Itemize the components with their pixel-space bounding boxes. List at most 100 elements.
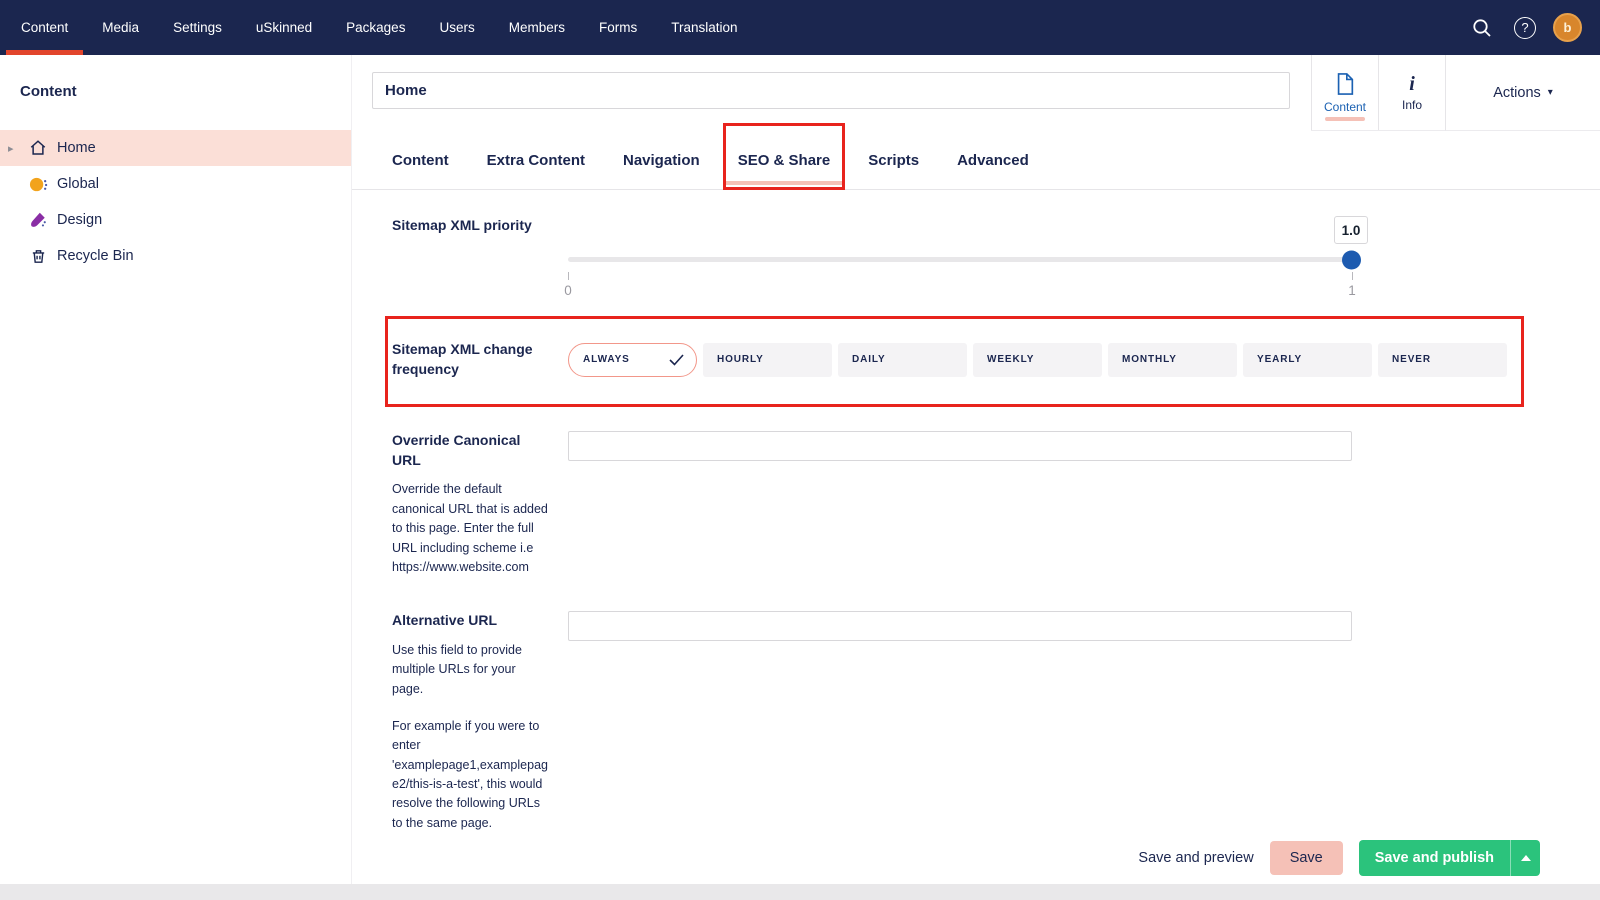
frequency-option-weekly[interactable]: WEEKLY [973, 343, 1102, 377]
publish-options-caret[interactable] [1510, 840, 1540, 876]
frequency-option-hourly[interactable]: HOURLY [703, 343, 832, 377]
document-icon [1334, 72, 1356, 96]
priority-slider-track[interactable] [568, 257, 1352, 262]
canonical-url-input[interactable] [568, 431, 1352, 461]
home-icon [28, 138, 48, 158]
tree-item-label: Global [57, 176, 99, 192]
scale-min-label: 0 [564, 283, 572, 298]
sitemap-frequency-row: Sitemap XML change frequency ALWAYS HOUR… [392, 340, 1580, 379]
priority-slider-scale: 0 1 [568, 272, 1352, 298]
question-mark: ? [1514, 17, 1536, 39]
tab-seo-share[interactable]: SEO & Share [738, 131, 831, 189]
tab-navigation[interactable]: Navigation [623, 131, 700, 189]
sitemap-priority-label: Sitemap XML priority [392, 216, 550, 236]
content-tree-sidebar: Content ▸ Home [0, 55, 352, 884]
tab-label: SEO & Share [738, 152, 831, 169]
canonical-url-row: Override Canonical URL Override the defa… [392, 431, 1580, 577]
search-icon[interactable] [1467, 13, 1497, 43]
alternative-url-row: Alternative URL Use this field to provid… [392, 611, 1580, 832]
canonical-url-label: Override Canonical URL [392, 431, 550, 470]
frequency-option-yearly[interactable]: YEARLY [1243, 343, 1372, 377]
priority-value-box[interactable]: 1.0 [1334, 216, 1368, 244]
nav-item-settings[interactable]: Settings [156, 0, 239, 55]
nav-item-content[interactable]: Content [4, 0, 85, 55]
content-tree: ▸ Home Global [0, 130, 351, 274]
globe-icon [28, 174, 48, 194]
save-button[interactable]: Save [1270, 841, 1343, 875]
frequency-option-never[interactable]: NEVER [1378, 343, 1507, 377]
chevron-down-icon: ▾ [1548, 87, 1553, 98]
paintbrush-icon [28, 210, 48, 230]
tab-scripts[interactable]: Scripts [868, 131, 919, 189]
tab-extra-content[interactable]: Extra Content [487, 131, 585, 189]
scale-min: 0 [562, 272, 574, 298]
nav-item-translation[interactable]: Translation [654, 0, 754, 55]
tree-item-recycle-bin[interactable]: Recycle Bin [0, 238, 351, 274]
alternative-url-label: Alternative URL [392, 611, 550, 631]
app-tab-label: Info [1402, 98, 1422, 112]
alternative-url-input[interactable] [568, 611, 1352, 641]
tree-item-home[interactable]: ▸ Home [0, 130, 351, 166]
app-tab-info[interactable]: i Info [1378, 55, 1445, 130]
trash-icon [28, 246, 48, 266]
app-tab-content[interactable]: Content [1311, 55, 1378, 130]
nav-item-packages[interactable]: Packages [329, 0, 422, 55]
save-and-publish-button[interactable]: Save and publish [1359, 840, 1540, 876]
tree-item-design[interactable]: Design [0, 202, 351, 238]
editor-app-tabs: Content i Info [1311, 55, 1445, 131]
document-tabs: Content Extra Content Navigation SEO & S… [352, 131, 1600, 190]
info-icon: i [1409, 74, 1415, 94]
sitemap-frequency-label: Sitemap XML change frequency [392, 340, 550, 379]
sitemap-frequency-label-col: Sitemap XML change frequency [392, 340, 568, 379]
sitemap-priority-label-col: Sitemap XML priority [392, 216, 568, 298]
help-icon[interactable]: ? [1510, 13, 1540, 43]
alternative-url-description-2: For example if you were to enter 'exampl… [392, 717, 550, 832]
frequency-option-always[interactable]: ALWAYS [568, 343, 697, 377]
top-navigation: Content Media Settings uSkinned Packages… [0, 0, 1600, 55]
tree-item-label: Recycle Bin [57, 248, 134, 264]
priority-slider-field: 1.0 0 1 [568, 216, 1352, 298]
scale-max-label: 1 [1348, 283, 1356, 298]
tree-item-label: Home [57, 140, 96, 156]
page-title-input[interactable] [372, 72, 1290, 109]
top-nav-right: ? b [1467, 0, 1600, 55]
actions-label: Actions [1493, 85, 1541, 101]
nav-item-members[interactable]: Members [492, 0, 582, 55]
alternative-url-description-1: Use this field to provide multiple URLs … [392, 641, 550, 699]
tree-item-label: Design [57, 212, 102, 228]
frequency-option-monthly[interactable]: MONTHLY [1108, 343, 1237, 377]
priority-slider-thumb[interactable] [1342, 250, 1361, 269]
tick-mark [568, 272, 569, 280]
frequency-options: ALWAYS HOURLY DAILY WEEKLY MONTHLY YEARL… [568, 343, 1507, 377]
app-tab-label: Content [1324, 100, 1366, 114]
form-content-area: Sitemap XML priority 1.0 0 1 [352, 190, 1600, 832]
sitemap-priority-row: Sitemap XML priority 1.0 0 1 [392, 216, 1580, 298]
frequency-option-daily[interactable]: DAILY [838, 343, 967, 377]
editor-main: Content i Info Actions ▾ Content Extra C… [352, 55, 1600, 884]
editor-footer: Save and preview Save Save and publish [352, 832, 1600, 884]
nav-item-forms[interactable]: Forms [582, 0, 654, 55]
user-avatar[interactable]: b [1553, 13, 1582, 42]
alternative-url-label-col: Alternative URL Use this field to provid… [392, 611, 568, 832]
tick-mark [1352, 272, 1353, 280]
save-and-preview-button[interactable]: Save and preview [1138, 850, 1253, 866]
frequency-option-label: ALWAYS [583, 354, 630, 365]
check-icon [669, 354, 684, 366]
tab-content[interactable]: Content [392, 131, 449, 189]
app-frame: Content ▸ Home [0, 55, 1600, 884]
tab-advanced[interactable]: Advanced [957, 131, 1029, 189]
actions-dropdown[interactable]: Actions ▾ [1445, 55, 1600, 131]
canonical-url-label-col: Override Canonical URL Override the defa… [392, 431, 568, 577]
sidebar-section-title: Content [0, 55, 351, 100]
save-and-publish-label: Save and publish [1359, 840, 1510, 876]
scale-max: 1 [1346, 272, 1358, 298]
nav-item-uskinned[interactable]: uSkinned [239, 0, 329, 55]
editor-header: Content i Info Actions ▾ [352, 55, 1600, 131]
tree-expand-caret-icon[interactable]: ▸ [8, 142, 14, 155]
top-nav-items: Content Media Settings uSkinned Packages… [0, 0, 755, 55]
chevron-up-icon [1521, 855, 1531, 861]
nav-item-users[interactable]: Users [422, 0, 491, 55]
tree-item-global[interactable]: Global [0, 166, 351, 202]
nav-item-media[interactable]: Media [85, 0, 156, 55]
canonical-url-description: Override the default canonical URL that … [392, 480, 550, 577]
